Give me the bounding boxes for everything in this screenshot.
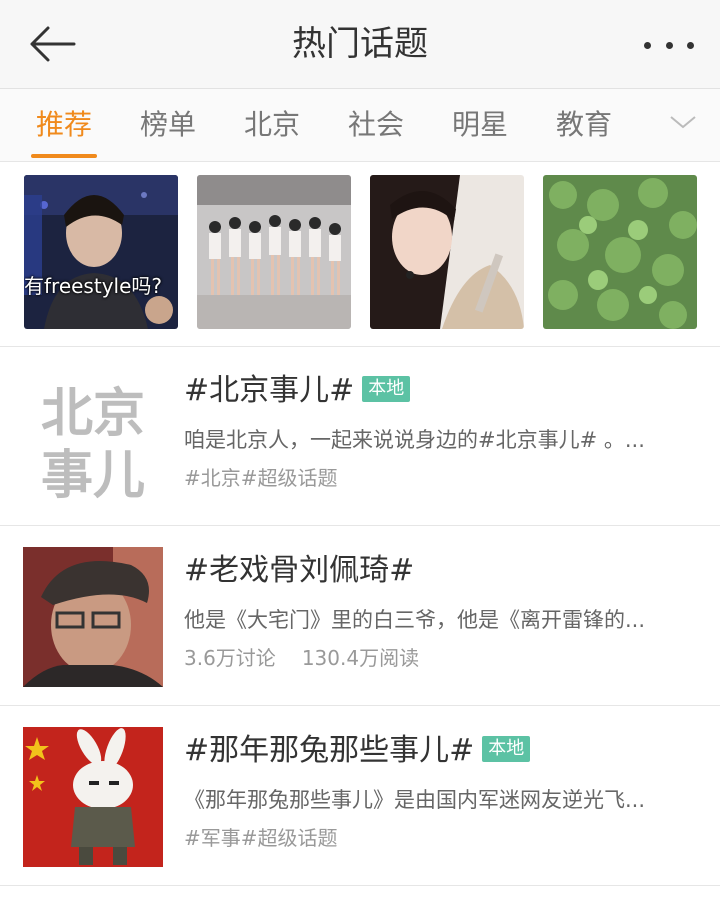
tab-beijing[interactable]: 北京: [244, 107, 300, 143]
discussion-count: 3.6万讨论: [184, 646, 276, 670]
topic-row[interactable]: #那年那兔那些事儿# 本地 《那年那兔那些事儿》是由国内军迷网友逆光飞... #军…: [0, 707, 720, 886]
tab-ranking[interactable]: 榜单: [140, 107, 196, 143]
topic-title: #那年那兔那些事儿# 本地: [184, 731, 531, 771]
local-badge: 本地: [362, 375, 411, 402]
topic-row[interactable]: 北京 事儿 #北京事儿# 本地 咱是北京人，一起来说说身边的#北京事儿# 。...…: [0, 347, 720, 526]
thumbnail-clover-field[interactable]: [543, 175, 697, 329]
tab-education[interactable]: 教育: [556, 107, 612, 143]
super-topic-tag: #军事#超级话题: [184, 826, 338, 850]
topic-description: 《那年那兔那些事儿》是由国内军迷网友逆光飞...: [184, 788, 646, 812]
tab-society[interactable]: 社会: [348, 107, 404, 143]
category-tabs: 推荐 榜单 北京 社会 明星 教育: [0, 89, 720, 162]
thumbnail-girl-selfie[interactable]: [370, 175, 524, 329]
page-title: 热门话题: [292, 24, 428, 64]
logo-text-line2: 事儿: [41, 445, 145, 506]
tab-celebrity[interactable]: 明星: [452, 107, 508, 143]
topic-meta: 3.6万讨论 130.4万阅读: [184, 644, 419, 672]
topic-image-actor: [23, 547, 163, 687]
topic-meta: #军事#超级话题: [184, 824, 338, 852]
topic-description: 咱是北京人，一起来说说身边的#北京事儿# 。...: [184, 428, 645, 452]
read-count: 130.4万阅读: [301, 646, 420, 670]
chevron-down-icon[interactable]: [667, 110, 699, 134]
topic-meta: #北京#超级话题: [184, 464, 338, 492]
featured-thumbnails: 有freestyle吗?: [0, 162, 720, 347]
thumbnail-caption: 有freestyle吗?: [24, 274, 163, 298]
tab-recommend[interactable]: 推荐: [36, 107, 92, 143]
local-badge: 本地: [482, 735, 531, 762]
topic-logo-beijing: 北京 事儿: [23, 367, 163, 507]
more-dots-icon[interactable]: [644, 38, 694, 52]
super-topic-tag: #北京#超级话题: [184, 466, 338, 490]
thumbnail-freestyle[interactable]: 有freestyle吗?: [24, 175, 178, 329]
topic-row[interactable]: #老戏骨刘佩琦# 他是《大宅门》里的白三爷，他是《离开雷锋的... 3.6万讨论…: [0, 527, 720, 706]
topic-title-text: #北京事儿#: [184, 373, 355, 408]
topic-description: 他是《大宅门》里的白三爷，他是《离开雷锋的...: [184, 608, 646, 632]
topic-title: #老戏骨刘佩琦#: [184, 553, 415, 588]
top-bar: 热门话题: [0, 0, 720, 89]
thumbnail-dance-group[interactable]: [197, 175, 351, 329]
topic-title: #北京事儿# 本地: [184, 371, 411, 411]
logo-text-line1: 北京: [41, 383, 145, 444]
topic-image-rabbit: [23, 727, 163, 867]
topic-title-text: #那年那兔那些事儿#: [184, 733, 475, 768]
active-tab-indicator: [31, 154, 97, 158]
